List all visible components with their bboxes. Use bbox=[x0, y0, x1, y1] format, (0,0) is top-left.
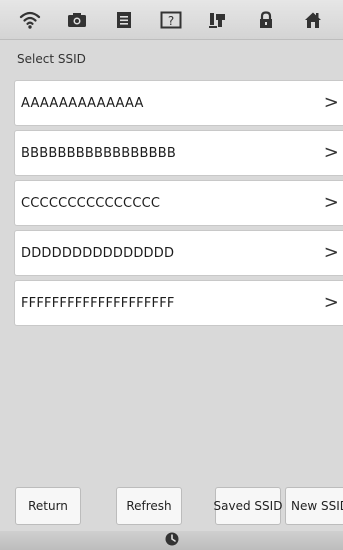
wifi-icon[interactable] bbox=[16, 6, 44, 34]
lock-icon[interactable] bbox=[252, 6, 280, 34]
document-icon[interactable] bbox=[110, 6, 138, 34]
chevron-right-icon: > bbox=[323, 92, 339, 113]
clock-icon bbox=[165, 531, 179, 550]
page-title: Select SSID bbox=[17, 52, 86, 66]
ssid-row-b[interactable]: BBBBBBBBBBBBBBBBB > bbox=[14, 130, 343, 176]
chevron-right-icon: > bbox=[323, 292, 339, 313]
help-icon[interactable]: ? bbox=[157, 6, 185, 34]
ssid-row-a[interactable]: AAAAAAAAAAAAA > bbox=[14, 80, 343, 126]
refresh-button[interactable]: Refresh bbox=[116, 487, 182, 525]
camera-icon[interactable] bbox=[63, 6, 91, 34]
chevron-right-icon: > bbox=[323, 142, 339, 163]
ssid-name: CCCCCCCCCCCCCCC bbox=[21, 195, 161, 211]
ssid-name: DDDDDDDDDDDDDDD bbox=[21, 245, 175, 261]
home-icon[interactable] bbox=[299, 6, 327, 34]
svg-text:?: ? bbox=[168, 14, 174, 28]
button-bar: Return Refresh Saved SSID New SSID bbox=[0, 487, 343, 527]
ssid-row-f[interactable]: FFFFFFFFFFFFFFFFFFFF > bbox=[14, 280, 343, 326]
ssid-list: AAAAAAAAAAAAA > BBBBBBBBBBBBBBBBB > CCCC… bbox=[14, 80, 343, 330]
saved-ssid-button[interactable]: Saved SSID bbox=[214, 487, 282, 525]
ssid-name: FFFFFFFFFFFFFFFFFFFF bbox=[21, 295, 175, 311]
top-toolbar: ? bbox=[0, 0, 343, 40]
embroidery-icon[interactable] bbox=[205, 6, 233, 34]
chevron-right-icon: > bbox=[323, 242, 339, 263]
chevron-right-icon: > bbox=[323, 192, 339, 213]
ssid-row-c[interactable]: CCCCCCCCCCCCCCC > bbox=[14, 180, 343, 226]
ssid-name: BBBBBBBBBBBBBBBBB bbox=[21, 145, 177, 161]
new-ssid-button[interactable]: New SSID bbox=[285, 487, 343, 525]
footer-bar bbox=[0, 531, 343, 550]
ssid-row-d[interactable]: DDDDDDDDDDDDDDD > bbox=[14, 230, 343, 276]
ssid-name: AAAAAAAAAAAAA bbox=[21, 95, 144, 111]
return-button[interactable]: Return bbox=[15, 487, 81, 525]
